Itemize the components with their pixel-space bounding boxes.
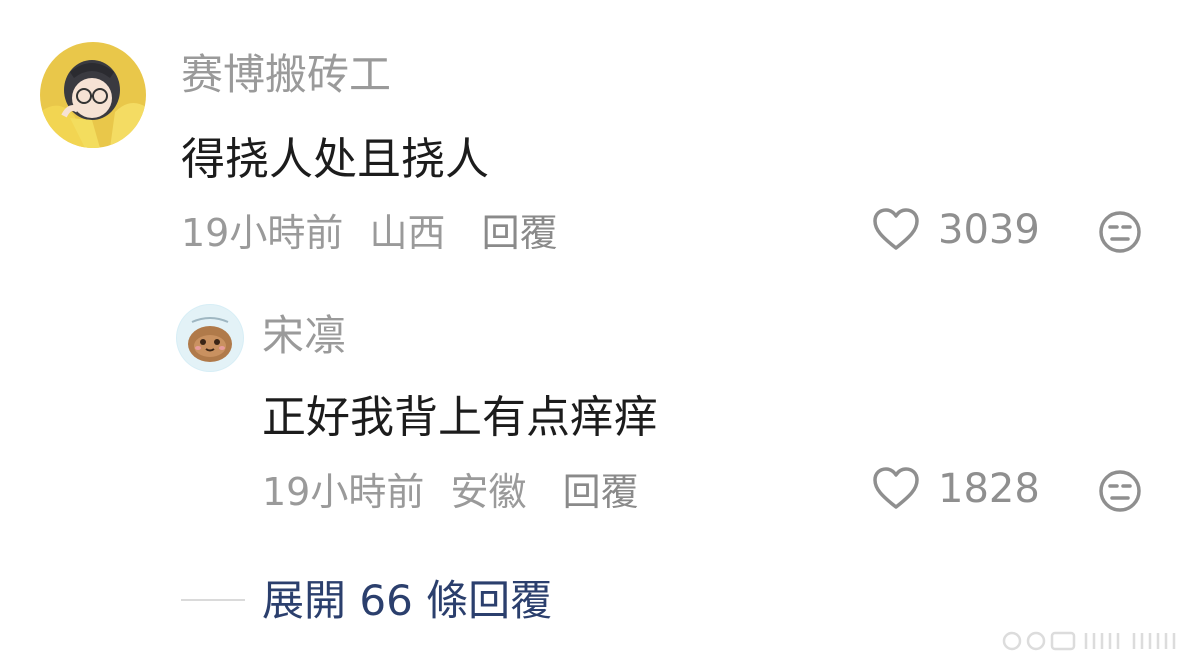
comment-text: 得挠人处且挠人 [181, 134, 489, 185]
reply-username[interactable]: 宋凛 [262, 315, 346, 357]
neutral-face-icon [1099, 211, 1141, 253]
expand-divider [181, 599, 245, 601]
heart-icon[interactable] [872, 467, 920, 515]
comment-location: 山西 [369, 211, 446, 255]
like-count: 1828 [938, 466, 1040, 512]
girl-avatar-icon [40, 42, 146, 148]
comment-thread: 赛博搬砖工 得挠人处且挠人 19小時前 山西 回覆 3039 宋凛 正好我背上有… [0, 0, 1196, 662]
comment-username[interactable]: 赛博搬砖工 [181, 54, 391, 96]
avatar[interactable] [176, 304, 244, 372]
reply-button[interactable]: 回覆 [563, 470, 639, 514]
like-count: 3039 [938, 207, 1040, 253]
watermark-logo [1000, 626, 1190, 660]
reply-button[interactable]: 回覆 [482, 211, 558, 255]
avatar[interactable] [40, 42, 146, 148]
comment-meta: 19小時前 山西 回覆 [181, 214, 572, 252]
heart-outline-icon [873, 208, 919, 250]
cute-creature-avatar-icon [176, 304, 244, 372]
neutral-face-icon [1099, 470, 1141, 512]
reply-meta: 19小時前 安徽 回覆 [262, 473, 653, 511]
reply-text: 正好我背上有点痒痒 [262, 392, 658, 443]
heart-icon[interactable] [872, 208, 920, 256]
expand-replies-button[interactable]: 展開 66 條回覆 [262, 580, 552, 622]
reply-time: 19小時前 [262, 470, 425, 514]
platform-watermark-icon [1002, 631, 1176, 651]
reply-location: 安徽 [450, 470, 527, 514]
heart-outline-icon [873, 467, 919, 509]
meh-face-icon[interactable] [1098, 210, 1142, 258]
meh-face-icon[interactable] [1098, 469, 1142, 517]
comment-time: 19小時前 [181, 211, 344, 255]
